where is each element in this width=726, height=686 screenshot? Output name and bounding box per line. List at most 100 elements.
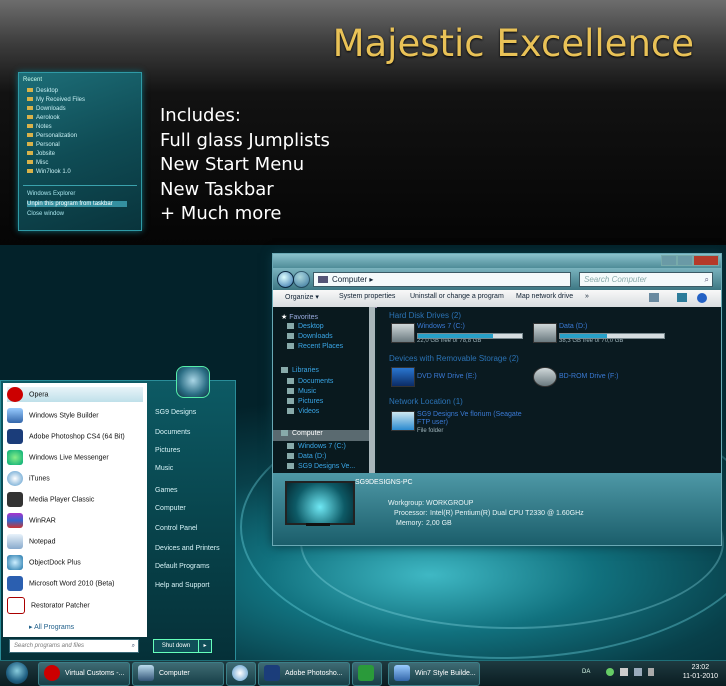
itunes-icon [232, 665, 248, 682]
start-search-input[interactable]: Search programs and files ⌕ [9, 639, 139, 653]
features-list: Includes: Full glass Jumplists New Start… [160, 104, 330, 227]
search-placeholder: Search Computer [584, 275, 647, 284]
nav-item[interactable]: Desktop [287, 323, 324, 330]
nav-scrollbar[interactable] [369, 307, 375, 473]
nav-item[interactable]: SG9 Designs Ve... [287, 463, 355, 470]
program-item[interactable]: Windows Live Messenger [7, 450, 109, 465]
jumplist-task: Unpin this program from taskbar [27, 201, 127, 207]
close-button[interactable] [693, 255, 719, 266]
explorer-window[interactable]: Computer ▸ Search Computer ⌕ Organize ▾ S… [272, 253, 722, 546]
group-header[interactable]: Hard Disk Drives (2) [389, 311, 461, 320]
hard-drive-icon [533, 323, 557, 343]
memory-value: 2,00 GB [426, 520, 452, 527]
program-item[interactable]: Windows Style Builder [7, 408, 99, 423]
drive-name: Windows 7 (C:) [417, 323, 465, 330]
shutdown-options-button[interactable]: ▸ [198, 639, 212, 653]
start-link[interactable]: Games [155, 487, 178, 494]
nav-item[interactable]: Data (D:) [287, 453, 326, 460]
clock[interactable]: 23:02 11-01-2010 [683, 663, 718, 681]
word-icon [7, 576, 23, 591]
feature-item: New Start Menu [160, 154, 305, 175]
program-item[interactable]: Media Player Classic [7, 492, 94, 507]
start-link[interactable]: SG9 Designs [155, 409, 196, 416]
map-network-drive-button[interactable]: Map network drive [516, 293, 573, 300]
processor-label: Processor: [394, 510, 428, 517]
start-link[interactable]: Devices and Printers [155, 545, 220, 552]
program-item-opera[interactable]: Opera [7, 387, 143, 402]
program-item[interactable]: Notepad [7, 534, 55, 549]
search-icon: ⌕ [704, 275, 709, 284]
start-link[interactable]: Default Programs [155, 563, 209, 570]
program-item[interactable]: iTunes [7, 471, 50, 486]
nav-item[interactable]: Videos [287, 408, 319, 415]
nav-libraries[interactable]: Libraries [281, 367, 319, 374]
nav-item[interactable]: Recent Places [287, 343, 343, 350]
nav-item[interactable]: Documents [287, 378, 333, 385]
program-item[interactable]: WinRAR [7, 513, 56, 528]
language-indicator[interactable]: DA [582, 669, 590, 675]
preview-pane-icon[interactable] [677, 293, 687, 302]
start-link[interactable]: Music [155, 465, 173, 472]
jumplist-preview: Recent Desktop My Received Files Downloa… [18, 72, 142, 231]
battery-icon[interactable] [620, 668, 628, 676]
taskbar-button[interactable] [352, 662, 382, 686]
nav-item[interactable]: Pictures [287, 398, 323, 405]
program-item[interactable]: Restorator Patcher [7, 597, 90, 614]
start-button[interactable] [6, 662, 28, 684]
shutdown-button[interactable]: Shut down [153, 639, 199, 653]
start-link[interactable]: Documents [155, 429, 190, 436]
taskbar-button[interactable]: Virtual Customs -... [38, 662, 130, 686]
program-item[interactable]: ObjectDock Plus [7, 555, 81, 570]
address-bar[interactable]: Computer ▸ [313, 272, 571, 287]
drive-item[interactable]: DVD RW Drive (E:) [417, 373, 477, 380]
command-bar: Organize ▾ System properties Uninstall o… [273, 290, 721, 308]
computer-icon [138, 665, 154, 682]
program-item[interactable]: Microsoft Word 2010 (Beta) [7, 576, 114, 591]
drive-item[interactable]: BD-ROM Drive (F:) [559, 373, 619, 380]
photoshop-icon [264, 665, 280, 682]
search-input[interactable]: Search Computer ⌕ [579, 272, 713, 287]
taskbar-button[interactable]: Adobe Photosho... [258, 662, 350, 686]
start-menu: Opera Windows Style Builder Adobe Photos… [0, 380, 236, 662]
window-titlebar[interactable] [273, 254, 721, 268]
group-header[interactable]: Network Location (1) [389, 397, 463, 406]
minimize-button[interactable] [661, 255, 677, 266]
search-icon: ⌕ [131, 643, 135, 649]
system-properties-button[interactable]: System properties [339, 293, 395, 300]
network-icon[interactable] [606, 668, 614, 676]
forward-button[interactable] [293, 271, 310, 288]
jumplist-item: Personal [27, 142, 60, 148]
signal-icon[interactable] [634, 668, 642, 676]
nav-item[interactable]: Music [287, 388, 316, 395]
view-icon[interactable] [649, 293, 659, 302]
taskbar-button[interactable]: Win7 Style Builde... [388, 662, 480, 686]
help-icon[interactable] [697, 293, 707, 303]
group-header[interactable]: Devices with Removable Storage (2) [389, 354, 519, 363]
taskbar-button[interactable]: Computer [132, 662, 224, 686]
back-button[interactable] [277, 271, 294, 288]
itunes-icon [7, 471, 23, 486]
network-item[interactable]: SG9 Designs Ve florium (Seagate FTP user… [417, 411, 527, 435]
start-link[interactable]: Pictures [155, 447, 180, 454]
start-link[interactable]: Help and Support [155, 582, 209, 589]
all-programs-button[interactable]: ▸ All Programs [29, 623, 74, 631]
nav-item[interactable]: Downloads [287, 333, 333, 340]
winrar-icon [7, 513, 23, 528]
nav-item[interactable]: Windows 7 (C:) [287, 443, 346, 450]
start-link[interactable]: Control Panel [155, 525, 197, 532]
star-icon: ★ [281, 314, 288, 321]
taskbar-button[interactable] [226, 662, 256, 686]
nav-favorites[interactable]: ★ Favorites [281, 313, 318, 321]
program-item[interactable]: Adobe Photoshop CS4 (64 Bit) [7, 429, 125, 444]
user-picture[interactable] [176, 366, 210, 398]
volume-icon[interactable] [648, 668, 654, 676]
uninstall-button[interactable]: Uninstall or change a program [410, 293, 504, 300]
organize-button[interactable]: Organize ▾ [285, 293, 319, 301]
nav-computer[interactable]: Computer [273, 430, 369, 441]
jumplist-item: Win7look 1.0 [27, 169, 71, 175]
computer-icon [318, 276, 328, 284]
maximize-button[interactable] [677, 255, 693, 266]
start-link[interactable]: Computer [155, 505, 186, 512]
clock-time: 23:02 [691, 664, 710, 671]
more-button[interactable]: » [585, 293, 589, 300]
